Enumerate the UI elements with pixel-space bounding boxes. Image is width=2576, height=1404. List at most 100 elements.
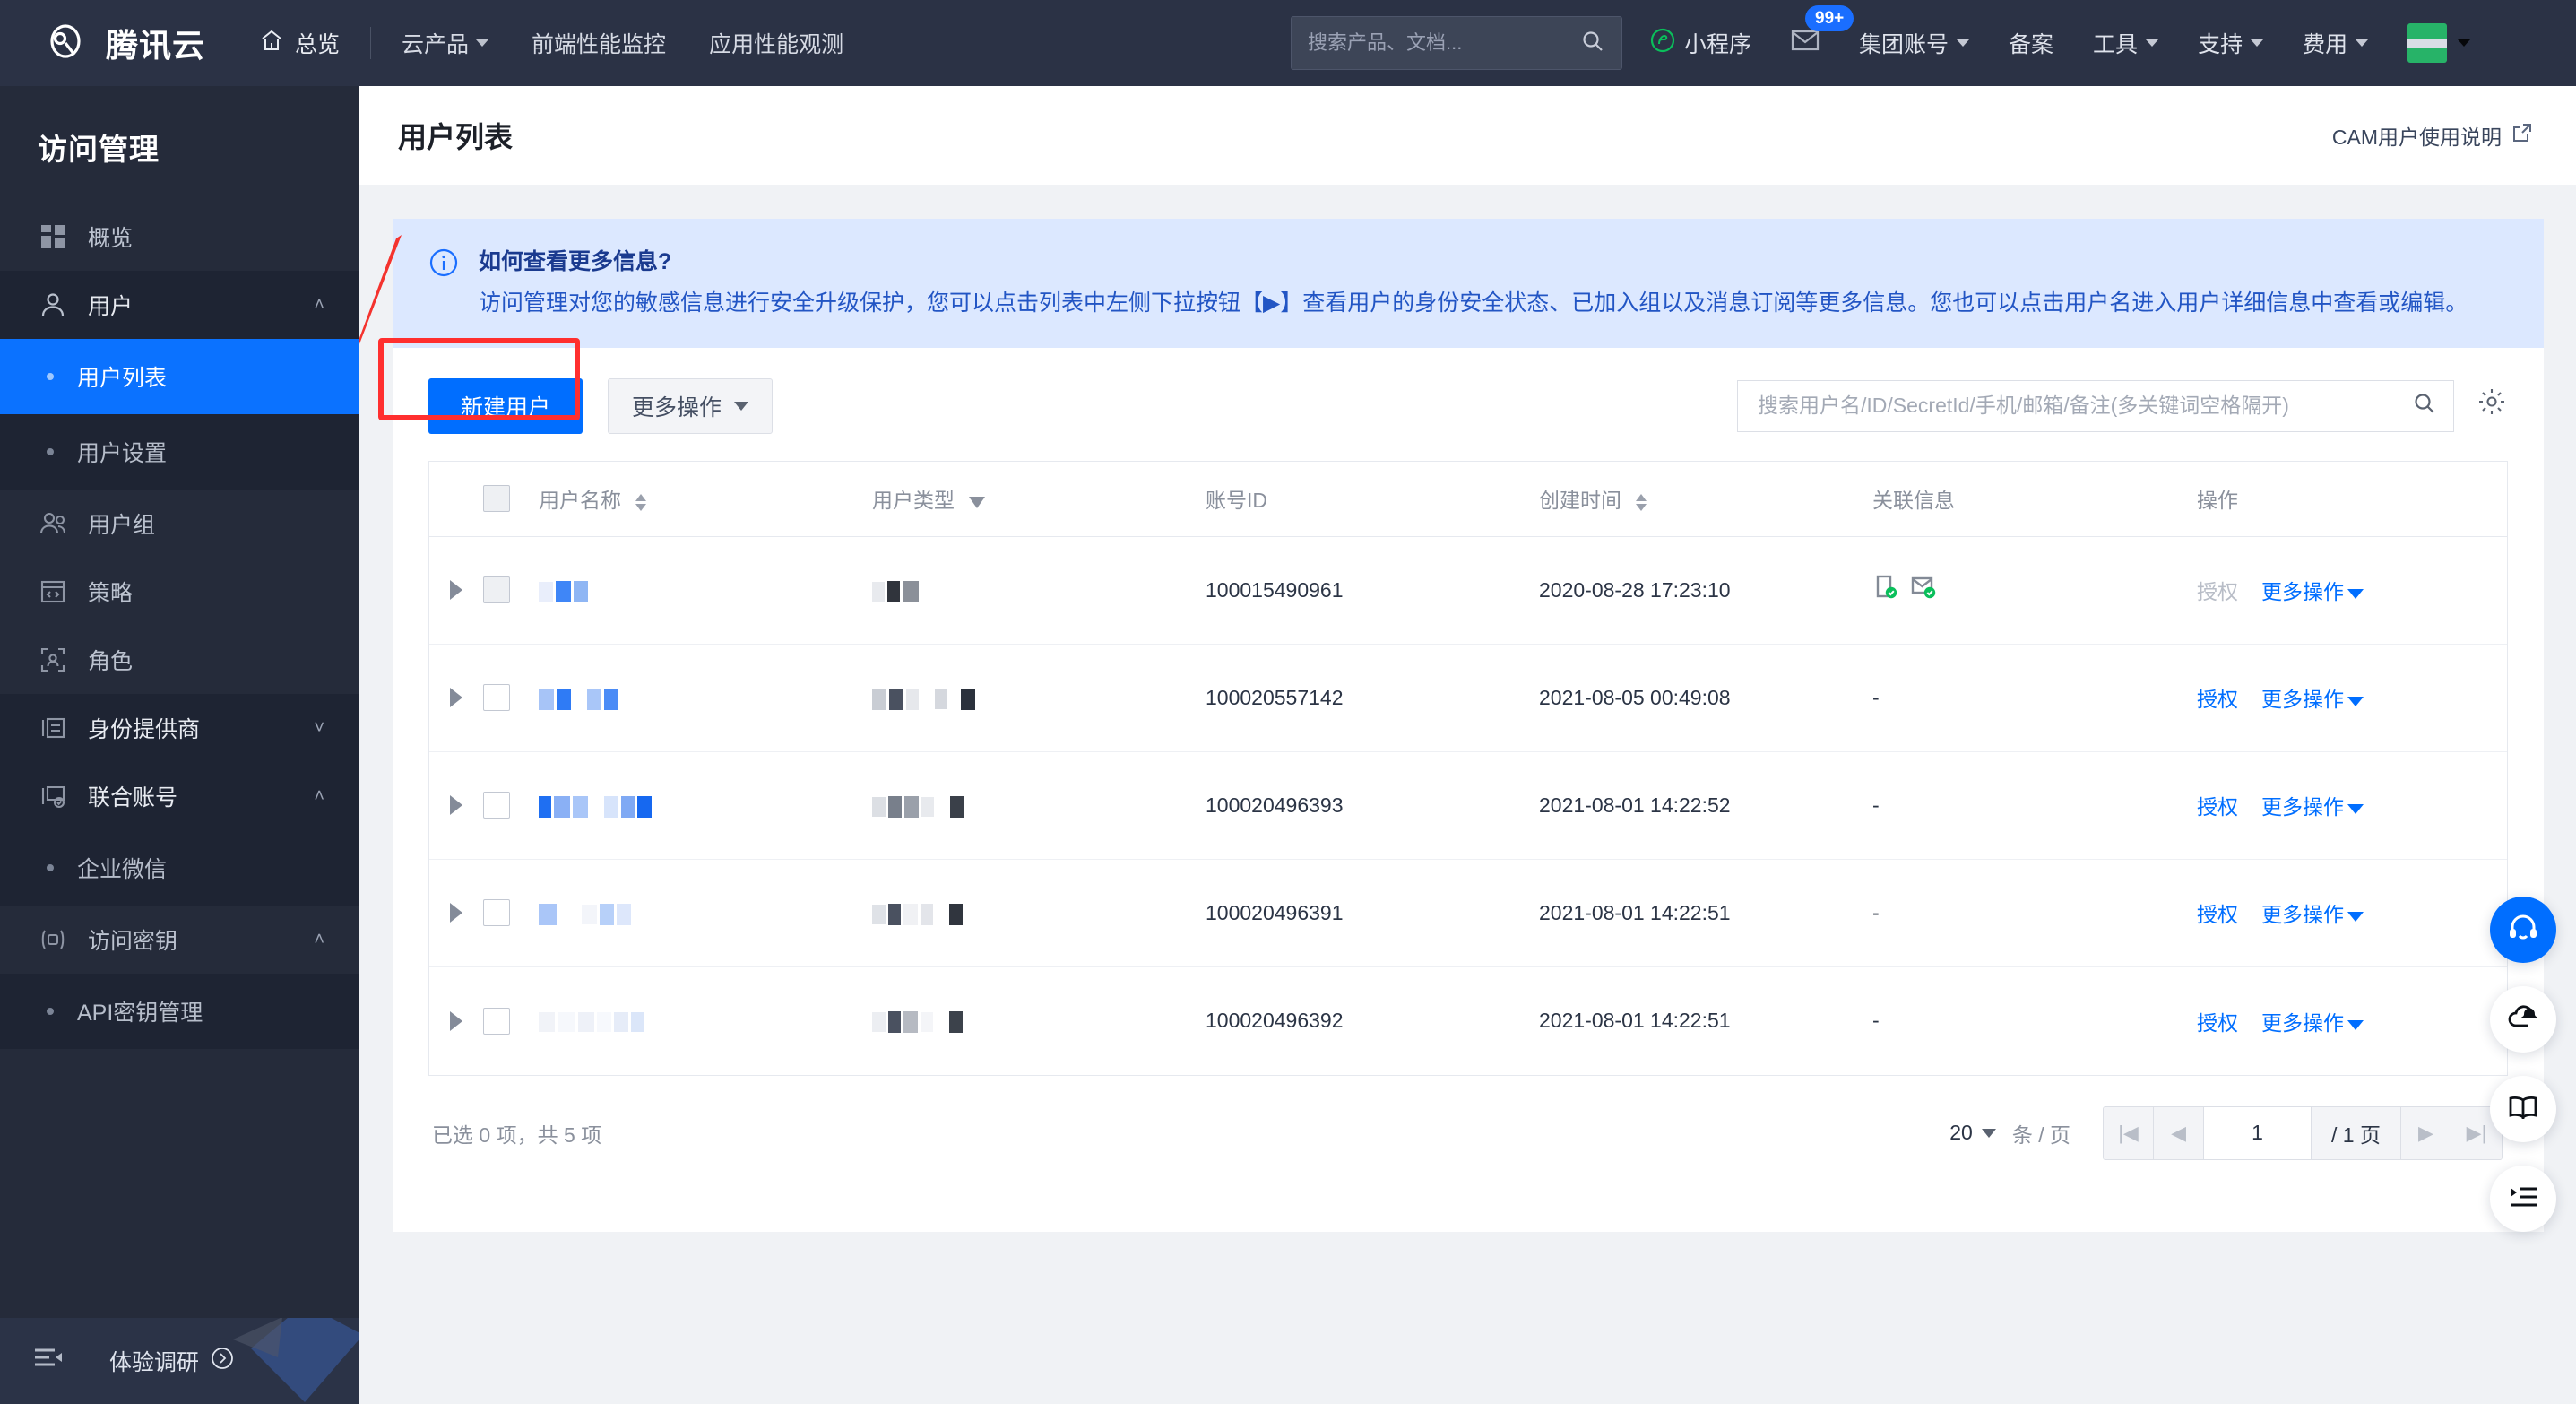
row-more-actions-link[interactable]: 更多操作 [2261, 1006, 2364, 1036]
expand-row-icon[interactable] [450, 580, 462, 601]
authorize-link[interactable]: 授权 [2197, 1006, 2238, 1036]
row-select-cell[interactable] [483, 1007, 539, 1035]
row-expand-cell[interactable] [429, 1010, 483, 1031]
nav-miniprogram[interactable]: 小程序 [1649, 27, 1751, 60]
sidebar-item-user-groups[interactable]: 用户组 [0, 490, 359, 558]
expand-row-icon[interactable] [450, 688, 462, 708]
page-first-icon[interactable]: |◀ [2104, 1106, 2155, 1159]
table-row[interactable]: 100020496391 2021-08-01 14:22:51 - 授权 更多… [429, 860, 2507, 967]
nav-tools[interactable]: 工具 [2093, 27, 2159, 59]
nav-overview[interactable]: 总览 [259, 27, 340, 59]
sidebar-item-user-list[interactable]: 用户列表 [0, 339, 359, 414]
column-header-ops: 操作 [2197, 483, 2507, 514]
chevron-down-icon: ˅ [314, 717, 324, 738]
row-expand-cell[interactable] [429, 688, 483, 708]
expand-row-icon[interactable] [450, 903, 462, 923]
row-more-actions-link[interactable]: 更多操作 [2261, 575, 2364, 605]
row-checkbox[interactable] [483, 792, 510, 819]
row-expand-cell[interactable] [429, 580, 483, 601]
page-size-select[interactable]: 20 [1949, 1121, 1996, 1145]
nav-tools-label: 工具 [2093, 32, 2139, 57]
table-row[interactable]: 100020557142 2021-08-05 00:49:08 - 授权 更多… [429, 645, 2507, 752]
docs-button[interactable] [2490, 1076, 2556, 1142]
sidebar-item-policies[interactable]: 策略 [0, 558, 359, 626]
filter-icon[interactable] [969, 496, 986, 508]
sidebar-item-user-settings[interactable]: 用户设置 [0, 414, 359, 490]
user-search-input[interactable] [1758, 394, 2412, 419]
column-header-name[interactable]: 用户名称 [539, 483, 872, 514]
gear-icon[interactable] [2477, 387, 2506, 420]
nav-support[interactable]: 支持 [2198, 27, 2264, 59]
page-next-icon[interactable]: ▶ [2401, 1106, 2451, 1159]
authorize-link[interactable]: 授权 [2197, 897, 2238, 928]
more-actions-button[interactable]: 更多操作 [608, 377, 774, 434]
nav-messages[interactable]: 99+ [1791, 4, 1854, 58]
cloud-alert-button[interactable] [2490, 986, 2556, 1053]
nav-group-account[interactable]: 集团账号 [1859, 27, 1970, 59]
expand-row-icon[interactable] [450, 1010, 462, 1031]
sidebar-group-access-keys[interactable]: 访问密钥 ˄ [0, 906, 359, 974]
select-all-checkbox[interactable] [483, 485, 510, 513]
column-header-created[interactable]: 创建时间 [1539, 483, 1872, 514]
sidebar-item-overview[interactable]: 概览 [0, 203, 359, 271]
cell-user-name[interactable] [539, 686, 872, 710]
collapse-sidebar-icon[interactable] [32, 1344, 66, 1378]
search-icon[interactable] [2412, 391, 2437, 420]
row-select-cell[interactable] [483, 899, 539, 927]
brand-name: 腾讯云 [106, 27, 206, 64]
cell-operations: 授权 更多操作 [2197, 790, 2507, 820]
row-checkbox[interactable] [483, 684, 510, 712]
sidebar-item-wecom[interactable]: 企业微信 [0, 830, 359, 906]
nav-frontend-monitor[interactable]: 前端性能监控 [532, 27, 666, 59]
cell-user-name[interactable] [539, 1009, 872, 1033]
sort-icon[interactable] [635, 493, 647, 511]
expand-row-icon[interactable] [450, 795, 462, 816]
user-avatar-menu[interactable] [2407, 23, 2471, 63]
brand-logo[interactable]: 腾讯云 [41, 19, 205, 67]
sidebar-item-api-key-management[interactable]: API密钥管理 [0, 974, 359, 1049]
floating-action-rail [2490, 897, 2556, 1232]
sidebar-group-users[interactable]: 用户 ˄ [0, 271, 359, 339]
sidebar-group-identity-providers[interactable]: 身份提供商 ˅ [0, 694, 359, 762]
authorize-link[interactable]: 授权 [2197, 682, 2238, 713]
task-list-button[interactable] [2490, 1166, 2556, 1232]
support-chat-button[interactable] [2490, 897, 2556, 963]
page-number-input[interactable]: 1 [2204, 1106, 2312, 1159]
row-select-cell[interactable] [483, 684, 539, 712]
row-expand-cell[interactable] [429, 903, 483, 923]
bullet-icon [47, 373, 54, 380]
global-search-input[interactable] [1308, 31, 1580, 55]
table-row[interactable]: 100015490961 2020-08-28 17:23:10 授权 更多操作 [429, 537, 2507, 645]
nav-apm[interactable]: 应用性能观测 [709, 27, 843, 59]
nav-cloud-products[interactable]: 云产品 [402, 27, 489, 59]
cell-user-name[interactable] [539, 793, 872, 818]
nav-beian[interactable]: 备案 [2009, 27, 2053, 59]
cell-user-name[interactable] [539, 901, 872, 925]
user-search-box[interactable] [1737, 379, 2454, 432]
row-more-actions-link[interactable]: 更多操作 [2261, 897, 2364, 928]
column-header-type[interactable]: 用户类型 [872, 483, 1206, 514]
global-search[interactable] [1291, 16, 1622, 70]
table-row[interactable]: 100020496392 2021-08-01 14:22:51 - 授权 更多… [429, 967, 2507, 1075]
row-more-actions-link[interactable]: 更多操作 [2261, 790, 2364, 820]
row-checkbox[interactable] [483, 899, 510, 927]
page-prev-icon[interactable]: ◀ [2154, 1106, 2205, 1159]
create-user-button[interactable]: 新建用户 [428, 377, 583, 434]
row-expand-cell[interactable] [429, 795, 483, 816]
cam-doc-link[interactable]: CAM用户使用说明 [2332, 120, 2533, 151]
row-select-cell[interactable] [483, 576, 539, 604]
sidebar-title: 访问管理 [38, 133, 160, 166]
sidebar-item-roles[interactable]: 角色 [0, 626, 359, 694]
cell-user-name[interactable] [539, 578, 872, 602]
sidebar-item-label: 访问密钥 [88, 929, 178, 954]
row-checkbox[interactable] [483, 576, 510, 604]
nav-billing[interactable]: 费用 [2303, 27, 2369, 59]
search-icon[interactable] [1580, 29, 1605, 58]
authorize-link[interactable]: 授权 [2197, 790, 2238, 820]
row-checkbox[interactable] [483, 1007, 510, 1035]
sort-icon[interactable] [1636, 493, 1647, 511]
row-more-actions-link[interactable]: 更多操作 [2261, 682, 2364, 713]
row-select-cell[interactable] [483, 792, 539, 819]
sidebar-group-federated-accounts[interactable]: 联合账号 ˄ [0, 762, 359, 830]
table-row[interactable]: 100020496393 2021-08-01 14:22:52 - 授权 更多… [429, 752, 2507, 860]
